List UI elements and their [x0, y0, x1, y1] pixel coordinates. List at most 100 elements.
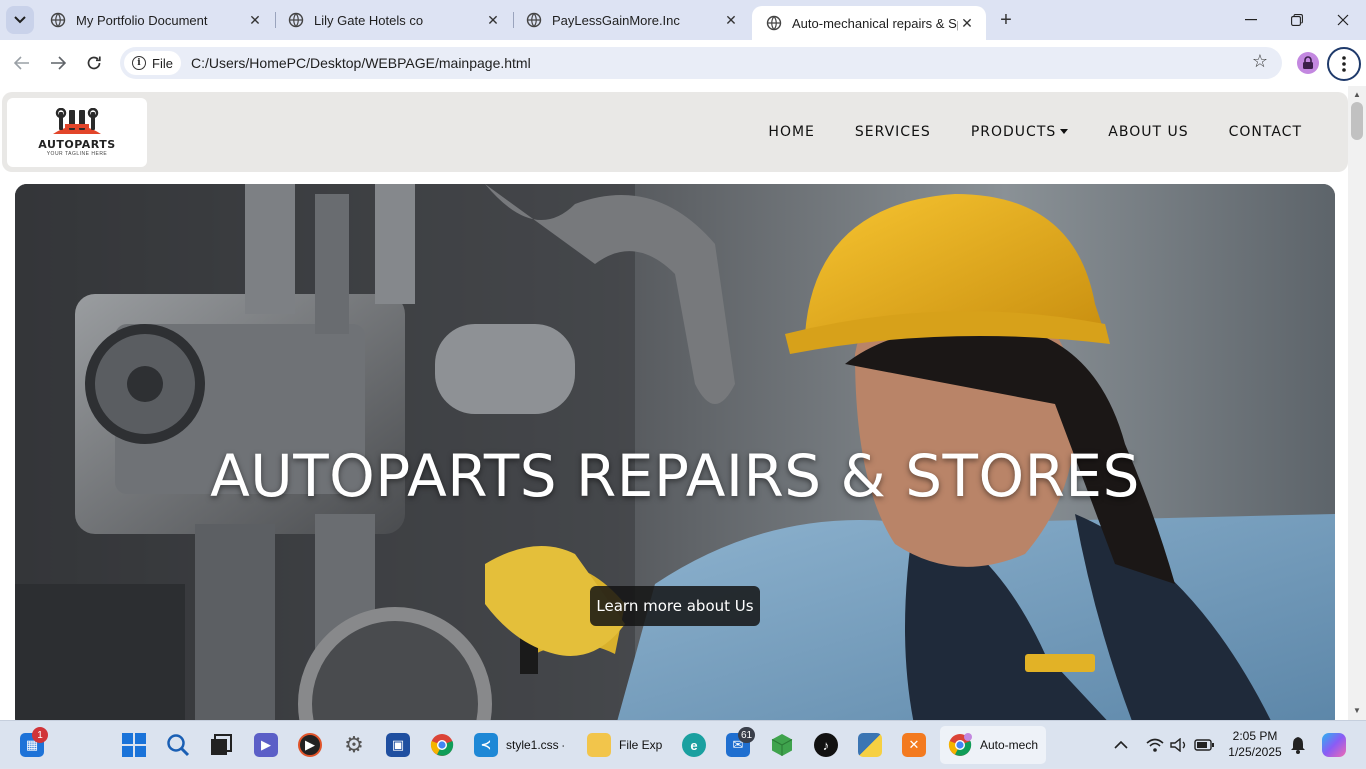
globe-icon [288, 12, 304, 28]
clock-time: 2:05 PM [1232, 729, 1278, 743]
back-arrow-icon[interactable] [8, 49, 36, 77]
close-icon[interactable]: ✕ [246, 11, 264, 29]
taskbar-tiktok[interactable]: ♪ [814, 729, 838, 761]
page-viewport: AUTOPARTS YOUR TAGLINE HERE HOME SERVICE… [0, 86, 1348, 720]
menu-products-label: PRODUCTS [970, 124, 1057, 140]
taskbar-python[interactable] [858, 729, 882, 761]
site-logo[interactable]: AUTOPARTS YOUR TAGLINE HERE [7, 98, 147, 167]
tab-title: Lily Gate Hotels co [314, 12, 424, 28]
taskbar-edge[interactable]: e [682, 729, 706, 761]
site-menu: HOME SERVICES PRODUCTS ABOUT US CONTACT [728, 92, 1302, 172]
xampp-icon: ✕ [902, 733, 926, 757]
restore-icon[interactable] [1274, 0, 1320, 40]
scroll-down-arrow-icon[interactable]: ▼ [1352, 706, 1362, 716]
reload-icon[interactable] [80, 49, 108, 77]
taskbar-start[interactable] [122, 729, 146, 761]
taskbar-chrome-window[interactable]: Auto-mech [940, 726, 1047, 764]
show-hidden-icons-chevron-up-icon[interactable] [1114, 721, 1128, 769]
chrome-icon [430, 734, 454, 756]
taskbar-task-view[interactable] [210, 729, 232, 761]
tab-lily-gate-hotels[interactable]: Lily Gate Hotels co ✕ [274, 0, 512, 40]
copilot-logo-icon [1322, 733, 1346, 757]
chevron-down-icon [14, 16, 26, 24]
windows-taskbar: ▦ 1 ▶ ▶ ⚙ ▣ ≺ style1.css - Visual Studio… [0, 720, 1366, 768]
site-navbar: AUTOPARTS YOUR TAGLINE HERE HOME SERVICE… [2, 92, 1348, 172]
taskbar-cube-app[interactable] [770, 729, 794, 761]
tab-paylessgainmore[interactable]: PayLessGainMore.Inc ✕ [512, 0, 750, 40]
url-text[interactable]: C:/Users/HomePC/Desktop/WEBPAGE/mainpage… [191, 55, 531, 71]
browser-tab-strip: My Portfolio Document ✕ Lily Gate Hotels… [0, 0, 1366, 40]
tiktok-icon: ♪ [814, 733, 838, 757]
folder-icon [587, 733, 611, 757]
chrome-profile-icon [948, 733, 972, 756]
globe-icon [766, 15, 782, 31]
browser-menu-kebab-icon[interactable] [1327, 47, 1361, 81]
system-clock[interactable]: 2:05 PM 1/25/2025 [1224, 728, 1286, 760]
windows-start-icon [122, 733, 146, 757]
close-icon[interactable]: ✕ [722, 11, 740, 29]
volume-icon[interactable] [1170, 721, 1188, 769]
tab-auto-mechanical[interactable]: Auto-mechanical repairs & Spare ✕ [752, 6, 986, 40]
scheme-label: File [152, 55, 173, 71]
python-icon [858, 733, 882, 757]
menu-services[interactable]: SERVICES [855, 124, 931, 140]
store-bag-icon: ▣ [386, 733, 410, 757]
taskbar-mail[interactable]: ✉ 61 [726, 727, 756, 761]
site-info-chip[interactable]: i File [124, 51, 181, 75]
close-icon[interactable]: ✕ [484, 11, 502, 29]
hero-banner: AUTOPARTS REPAIRS & STORES Learn more ab… [15, 184, 1335, 720]
browser-toolbar: i File C:/Users/HomePC/Desktop/WEBPAGE/m… [0, 40, 1366, 86]
address-bar[interactable]: i File C:/Users/HomePC/Desktop/WEBPAGE/m… [120, 47, 1282, 79]
globe-icon [526, 12, 542, 28]
taskbar-meet[interactable]: ▶ [254, 729, 278, 761]
taskbar-xampp[interactable]: ✕ [902, 729, 926, 761]
taskbar-file-explorer[interactable]: File Explorer [587, 729, 663, 761]
taskbar-chrome[interactable] [430, 729, 454, 761]
taskbar-vscode-label: style1.css - Visual Studio Code [506, 738, 564, 752]
taskbar-chrome-label: Auto-mech [980, 738, 1039, 752]
copilot-icon[interactable] [1322, 721, 1346, 769]
forward-arrow-icon[interactable] [44, 49, 72, 77]
caret-down-icon [1060, 128, 1069, 134]
minimize-icon[interactable] [1228, 0, 1274, 40]
vscode-icon: ≺ [474, 733, 498, 757]
scroll-thumb[interactable] [1351, 102, 1363, 140]
close-window-icon[interactable] [1320, 0, 1366, 40]
wifi-icon[interactable] [1146, 721, 1164, 769]
notification-bell-icon[interactable] [1290, 721, 1306, 769]
close-icon[interactable]: ✕ [958, 14, 976, 32]
tab-title: PayLessGainMore.Inc [552, 12, 680, 28]
info-icon: i [132, 56, 146, 70]
battery-icon[interactable] [1194, 721, 1214, 769]
menu-about-us[interactable]: ABOUT US [1108, 124, 1188, 140]
taskbar-store-widget[interactable]: ▦ 1 [20, 727, 48, 761]
notification-badge: 1 [32, 727, 48, 743]
taskbar-media-player[interactable]: ▶ [298, 729, 322, 761]
scroll-up-arrow-icon[interactable]: ▲ [1352, 90, 1362, 100]
learn-more-button[interactable]: Learn more about Us [590, 586, 760, 626]
menu-products[interactable]: PRODUCTS [970, 124, 1069, 140]
new-tab-plus-icon[interactable]: + [994, 8, 1018, 32]
taskbar-vscode[interactable]: ≺ style1.css - Visual Studio Code [474, 729, 564, 761]
task-view-icon [211, 734, 232, 755]
tab-title: Auto-mechanical repairs & Spare [792, 15, 958, 31]
profile-avatar-icon[interactable] [1297, 52, 1319, 74]
bookmark-star-icon[interactable]: ☆ [1252, 51, 1268, 72]
globe-icon [50, 12, 66, 28]
gear-icon: ⚙ [344, 732, 364, 757]
play-icon: ▶ [298, 733, 322, 757]
cube-icon [771, 734, 793, 756]
taskbar-search[interactable] [166, 729, 190, 761]
edge-icon: e [682, 733, 706, 757]
tab-my-portfolio[interactable]: My Portfolio Document ✕ [36, 0, 274, 40]
menu-home[interactable]: HOME [768, 124, 814, 140]
tab-search-button[interactable] [6, 6, 34, 34]
logo-name: AUTOPARTS [38, 138, 116, 151]
menu-contact[interactable]: CONTACT [1229, 124, 1302, 140]
taskbar-explorer-label: File Explorer [619, 738, 663, 752]
tab-title: My Portfolio Document [76, 12, 208, 28]
video-camera-icon: ▶ [254, 733, 278, 757]
taskbar-settings[interactable]: ⚙ [342, 729, 366, 761]
taskbar-ms-store[interactable]: ▣ [386, 729, 410, 761]
page-scrollbar[interactable]: ▲ ▼ [1348, 86, 1366, 720]
